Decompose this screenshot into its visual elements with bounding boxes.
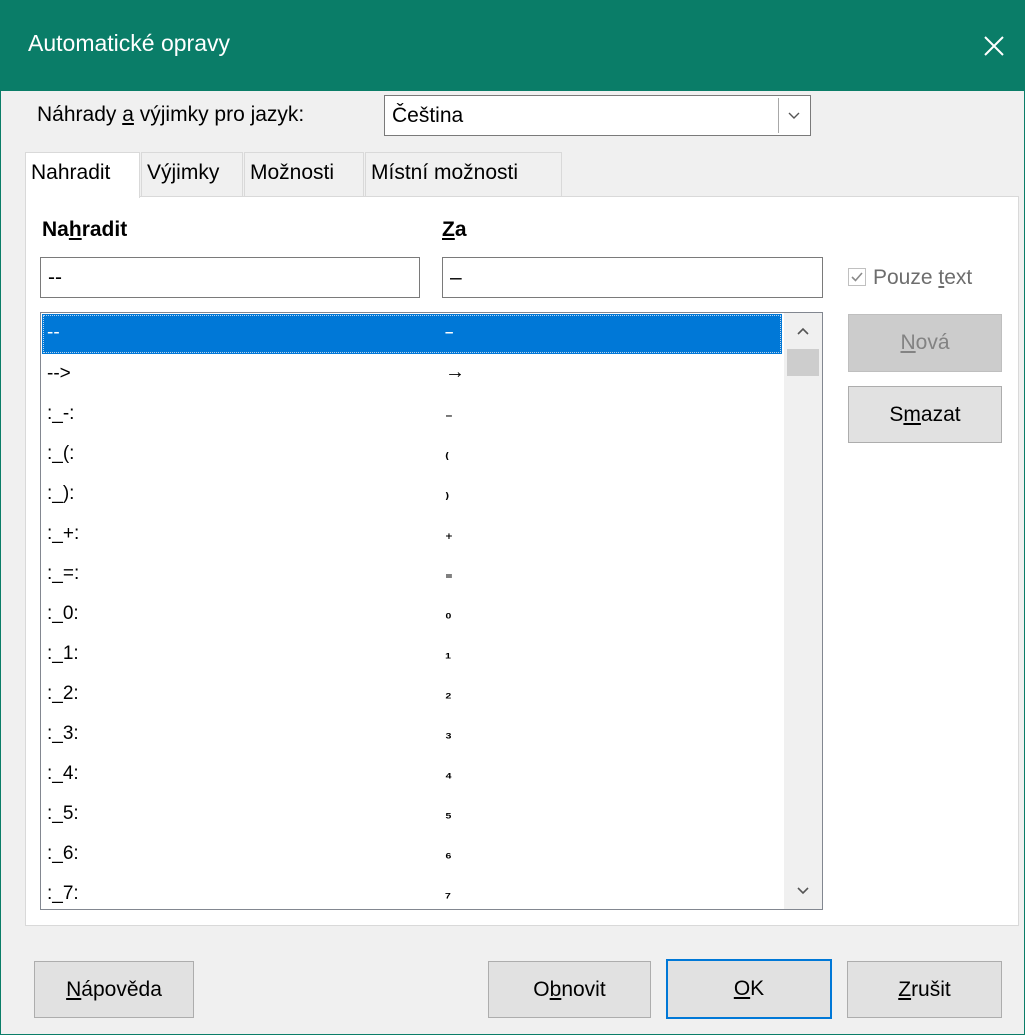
help-button[interactable]: Nápověda — [34, 961, 194, 1018]
with-column-header: Za — [442, 218, 467, 241]
language-label: Náhrady a výjimky pro jazyk: — [37, 103, 305, 126]
new-button[interactable]: Nová — [848, 314, 1002, 372]
list-item[interactable]: :_3: ₃ — [42, 715, 782, 755]
reset-button[interactable]: Ob novit — [488, 961, 651, 1018]
title-bar: Automatické opravy — [1, 0, 1025, 91]
with-input[interactable]: – — [442, 257, 823, 298]
list-item[interactable]: :_4: ₄ — [42, 755, 782, 795]
list-item[interactable]: :_1: ₁ — [42, 635, 782, 675]
autocorrect-dialog: Automatické opravy Náhrady a výjimky pro… — [0, 0, 1025, 1035]
tab-exceptions[interactable]: Výjimky — [141, 152, 243, 196]
language-dropdown-button[interactable] — [778, 98, 808, 133]
list-item[interactable]: --> → — [42, 355, 782, 395]
tab-options[interactable]: Možnosti — [244, 152, 364, 196]
list-scrollbar[interactable] — [784, 313, 822, 909]
chevron-down-icon — [788, 112, 799, 119]
delete-button[interactable]: Sm azat — [848, 386, 1002, 443]
tab-localized-options[interactable]: Místní možnosti — [365, 152, 562, 196]
replacement-list[interactable]: -- – --> → :_-: ₋ :_(: ₍ :_): ₎ :_+: ₊ :… — [40, 312, 823, 910]
list-item[interactable]: -- – — [42, 314, 782, 354]
chevron-down-icon — [797, 887, 809, 895]
list-item[interactable]: :_): ₎ — [42, 475, 782, 515]
list-item[interactable]: :_(: ₍ — [42, 435, 782, 475]
cancel-button[interactable]: Zrušit — [847, 961, 1002, 1018]
scroll-down-button[interactable] — [784, 873, 822, 909]
ok-button[interactable]: OK — [666, 959, 832, 1019]
replace-input[interactable]: -- — [40, 257, 420, 298]
checkmark-icon — [851, 272, 863, 282]
window-title: Automatické opravy — [28, 30, 230, 56]
list-item[interactable]: :_=: ₌ — [42, 555, 782, 595]
list-item[interactable]: :_-: ₋ — [42, 395, 782, 435]
scrollbar-thumb[interactable] — [787, 349, 819, 376]
text-only-checkbox[interactable] — [848, 268, 866, 286]
language-select-value: Čeština — [392, 104, 464, 127]
list-item[interactable]: :_7: ₇ — [42, 875, 782, 909]
list-item[interactable]: :_5: ₅ — [42, 795, 782, 835]
close-icon — [984, 35, 1004, 56]
list-item[interactable]: :_2: ₂ — [42, 675, 782, 715]
list-item[interactable]: :_0: ₀ — [42, 595, 782, 635]
tab-replace[interactable]: Nahradit — [25, 152, 140, 198]
chevron-up-icon — [797, 327, 809, 335]
replace-column-header: Nahradit — [42, 218, 128, 241]
scroll-up-button[interactable] — [784, 313, 822, 349]
text-only-label: Pouze text — [873, 266, 973, 289]
list-item[interactable]: :_+: ₊ — [42, 515, 782, 555]
close-button[interactable] — [962, 0, 1025, 91]
language-select[interactable]: Čeština — [384, 95, 811, 136]
list-item[interactable]: :_6: ₆ — [42, 835, 782, 875]
